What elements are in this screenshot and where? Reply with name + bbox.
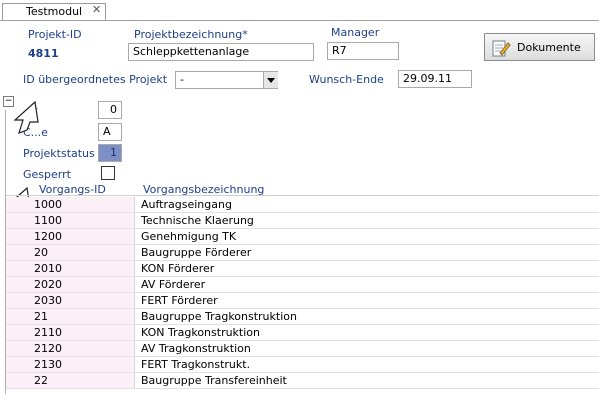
tab-label: Testmodul	[26, 5, 83, 18]
cursor-arrow-icon	[13, 100, 39, 134]
table-row[interactable]: 1200 Genehmigung TK	[6, 229, 599, 245]
projekt-id-value: 4811	[28, 47, 59, 60]
vorgangsbezeichnung-cell[interactable]: FERT Tragkonstrukt.	[141, 357, 250, 372]
gesperrt-label: Gesperrt	[23, 168, 71, 181]
table-row[interactable]: 2030 FERT Förderer	[6, 293, 599, 309]
close-icon[interactable]: ✕	[92, 3, 101, 16]
manager-label: Manager	[331, 26, 380, 39]
column-header-vorgangs-id[interactable]: Vorgangs-ID	[39, 183, 106, 196]
vorgangsbezeichnung-cell[interactable]: Baugruppe Transfereinheit	[141, 373, 287, 388]
vorgangsbezeichnung-cell[interactable]: AV Tragkonstruktion	[141, 341, 251, 356]
manager-field[interactable]: R7	[327, 42, 399, 60]
dokumente-button[interactable]: Dokumente	[484, 33, 595, 61]
projekt-id-label: Projekt-ID	[28, 28, 82, 41]
projektbezeichnung-field[interactable]: Schleppkettenanlage	[128, 43, 314, 61]
dokumente-button-label: Dokumente	[517, 41, 581, 54]
document-edit-icon	[491, 38, 511, 57]
vorgangsbezeichnung-cell[interactable]: AV Förderer	[141, 277, 205, 292]
projektstatus-label: Projektstatus	[23, 147, 95, 160]
wunsch-ende-field[interactable]: 29.09.11	[398, 70, 472, 88]
vorgangsbezeichnung-cell[interactable]: Technische Klaerung	[141, 213, 254, 228]
table-row[interactable]: 1100 Technische Klaerung	[6, 213, 599, 229]
vorgangsbezeichnung-cell[interactable]: KON Förderer	[141, 261, 214, 276]
vorgangs-id-cell[interactable]: 1100	[6, 213, 135, 228]
vorgangs-id-cell[interactable]: 2010	[6, 261, 135, 276]
vorgangsbezeichnung-cell[interactable]: Baugruppe Tragkonstruktion	[141, 309, 297, 324]
parent-project-selected: -	[180, 73, 184, 86]
table-row[interactable]: 2130 FERT Tragkonstrukt.	[6, 357, 599, 373]
vorgangs-id-cell[interactable]: 21	[6, 309, 135, 324]
projektbezeichnung-label: Projektbezeichnung*	[134, 28, 248, 41]
table-row[interactable]: 20 Baugruppe Förderer	[6, 245, 599, 261]
column-header-vorgangsbezeichnung[interactable]: Vorgangsbezeichnung	[143, 183, 264, 196]
vorgangsbezeichnung-cell[interactable]: FERT Förderer	[141, 293, 218, 308]
gesperrt-checkbox[interactable]	[101, 166, 115, 180]
table-row[interactable]: 21 Baugruppe Tragkonstruktion	[6, 309, 599, 325]
projektstatus-field[interactable]: 1	[98, 144, 122, 162]
vorgangs-id-cell[interactable]: 2110	[6, 325, 135, 340]
table-row[interactable]: 2010 KON Förderer	[6, 261, 599, 277]
chevron-down-icon[interactable]	[263, 72, 278, 88]
vorgangsbezeichnung-cell[interactable]: KON Tragkonstruktion	[141, 325, 260, 340]
vorgangs-id-cell[interactable]: 2020	[6, 277, 135, 292]
table-row[interactable]: 22 Baugruppe Transfereinheit	[6, 373, 599, 389]
vorgangs-id-cell[interactable]: 1200	[6, 229, 135, 244]
detail-field-2[interactable]: A	[98, 123, 122, 141]
detail-field-1[interactable]: 0	[98, 101, 122, 119]
vorgangs-id-cell[interactable]: 2030	[6, 293, 135, 308]
vorgangs-id-cell[interactable]: 20	[6, 245, 135, 260]
wunsch-ende-label: Wunsch-Ende	[309, 73, 384, 86]
vorgangsbezeichnung-cell[interactable]: Auftragseingang	[141, 197, 232, 212]
vorgangsbezeichnung-cell[interactable]: Baugruppe Förderer	[141, 245, 251, 260]
table-row[interactable]: 2110 KON Tragkonstruktion	[6, 325, 599, 341]
vorgangs-id-cell[interactable]: 22	[6, 373, 135, 388]
table-row[interactable]: 1000 Auftragseingang	[6, 197, 599, 213]
vorgangs-id-cell[interactable]: 2130	[6, 357, 135, 372]
parent-project-label: ID übergeordnetes Projekt	[23, 73, 168, 86]
table-row[interactable]: 2120 AV Tragkonstruktion	[6, 341, 599, 357]
vorgangs-id-cell[interactable]: 1000	[6, 197, 135, 212]
vorgangs-id-cell[interactable]: 2120	[6, 341, 135, 356]
table-row[interactable]: 2020 AV Förderer	[6, 277, 599, 293]
vorgangsbezeichnung-cell[interactable]: Genehmigung TK	[141, 229, 236, 244]
